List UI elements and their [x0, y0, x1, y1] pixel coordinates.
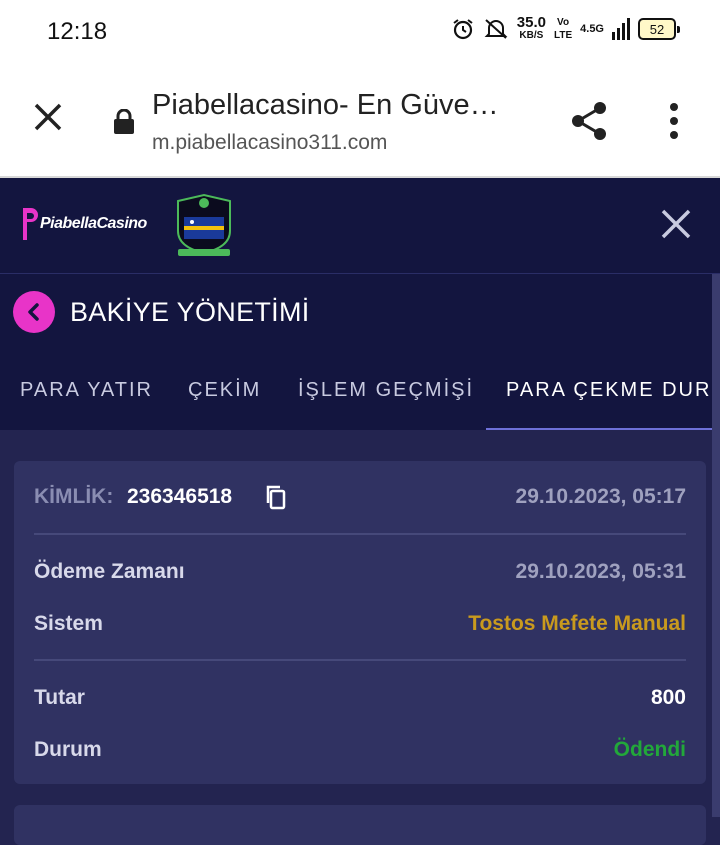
- close-icon[interactable]: [33, 102, 63, 132]
- status-bar: 12:18 35.0 KB/S Vo LTE 4.5G 52: [0, 0, 720, 64]
- tab-bar: PARA YATIR ÇEKİM İŞLEM GEÇMİŞİ PARA ÇEKM…: [0, 352, 720, 430]
- site-header: PiabellaCasino: [0, 178, 720, 274]
- menu-close-icon[interactable]: [660, 208, 692, 240]
- speed-unit: KB/S: [519, 30, 544, 41]
- system-value: Tostos Mefete Manual: [468, 612, 686, 635]
- payment-time-value: 29.10.2023, 05:31: [515, 560, 686, 583]
- section-header: BAKİYE YÖNETİMİ: [0, 274, 720, 352]
- alarm-icon: [453, 19, 473, 40]
- status-label: Durum: [34, 738, 102, 761]
- battery-level: 52: [649, 21, 665, 37]
- id-label: KİMLİK:: [34, 485, 114, 508]
- status-value: Ödendi: [613, 738, 686, 761]
- scrollbar[interactable]: [712, 274, 720, 817]
- tab-withdraw[interactable]: ÇEKİM: [188, 379, 261, 402]
- back-button[interactable]: [13, 291, 55, 333]
- speed-value: 35.0: [516, 14, 546, 31]
- signal-icon: [612, 18, 630, 40]
- curacao-license-badge-icon[interactable]: [174, 193, 234, 257]
- system-label: Sistem: [34, 612, 103, 635]
- tab-withdrawal-status[interactable]: PARA ÇEKME DURUM: [506, 379, 720, 402]
- logo-mark-icon: [23, 208, 38, 240]
- section-title: BAKİYE YÖNETİMİ: [70, 297, 310, 327]
- status-time: 12:18: [47, 18, 108, 45]
- transaction-card: [14, 805, 706, 845]
- transaction-card: KİMLİK: 236346518 29.10.2023, 05:17 Ödem…: [14, 461, 706, 784]
- volte-top: Vo: [557, 17, 570, 28]
- page-title: Piabellacasino- En Güve…: [152, 89, 499, 121]
- created-at: 29.10.2023, 05:17: [515, 485, 686, 508]
- copy-icon[interactable]: [265, 484, 287, 510]
- browser-toolbar: Piabellacasino- En Güve… m.piabellacasin…: [0, 64, 720, 178]
- battery-icon: 52: [638, 18, 680, 40]
- payment-time-label: Ödeme Zamanı: [34, 560, 185, 583]
- status-icons: 35.0 KB/S Vo LTE 4.5G 52: [451, 14, 680, 42]
- amount-value: 800: [650, 686, 686, 709]
- tab-deposit[interactable]: PARA YATIR: [20, 379, 153, 402]
- id-value: 236346518: [127, 485, 233, 508]
- volte-bottom: LTE: [553, 30, 573, 41]
- signal-label: 4.5G: [580, 23, 604, 35]
- page-url[interactable]: m.piabellacasino311.com: [152, 131, 387, 155]
- logo-text: PiabellaCasino: [40, 215, 147, 232]
- amount-label: Tutar: [34, 686, 85, 709]
- chevron-left-icon: [28, 303, 39, 321]
- divider: [34, 533, 686, 535]
- volte-indicator: Vo LTE: [554, 16, 572, 42]
- lock-icon: [114, 109, 134, 134]
- site-logo[interactable]: PiabellaCasino: [20, 205, 147, 243]
- network-speed: 35.0 KB/S: [516, 14, 546, 42]
- divider: [34, 659, 686, 661]
- mute-icon: [484, 19, 508, 39]
- share-icon[interactable]: [570, 101, 608, 141]
- active-tab-indicator: [486, 428, 720, 430]
- tab-transaction-history[interactable]: İŞLEM GEÇMİŞİ: [298, 379, 474, 402]
- more-options-icon[interactable]: [667, 102, 681, 140]
